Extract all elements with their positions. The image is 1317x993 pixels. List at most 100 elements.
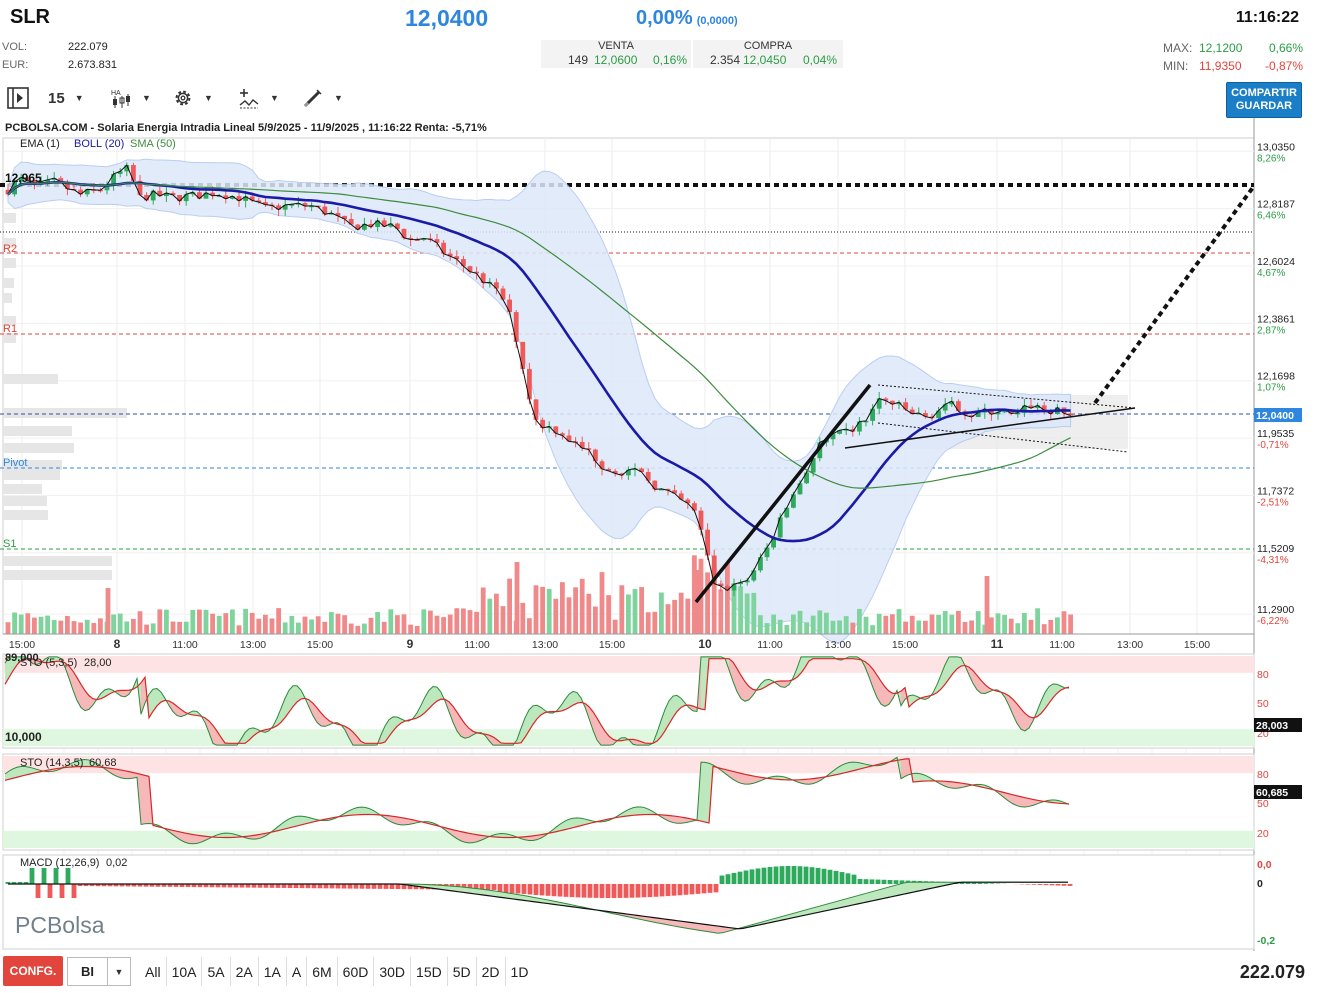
volume-bar — [639, 587, 644, 634]
total-volume: 222.079 — [1239, 962, 1305, 982]
volume-bar — [975, 611, 981, 634]
price-chart-svg[interactable]: 13,03508,26% 12,81876,46% 12,60244,67% 12,3… — [0, 118, 1317, 951]
range-button-30d[interactable]: 30D — [373, 957, 410, 986]
volume-bar — [236, 625, 242, 634]
macd-histogram-bar — [335, 884, 341, 889]
macd-histogram-bar — [395, 884, 401, 890]
drawing-tools-button[interactable]: ▼ — [302, 86, 343, 110]
indicators-button[interactable]: ▼ — [238, 86, 279, 110]
volume-bar — [560, 582, 565, 634]
sto2-fill — [121, 770, 125, 779]
sto2-fill — [1021, 796, 1025, 807]
sto2-fill — [361, 807, 365, 815]
macd-histogram-bar — [581, 884, 587, 898]
sto2-fill — [189, 833, 193, 844]
indicators-icon — [239, 89, 259, 109]
candle-down — [513, 312, 519, 342]
macd-fill — [898, 883, 903, 896]
min-label: MIN: — [1163, 59, 1189, 73]
chart-type-dropdown[interactable]: BI ▼ — [67, 957, 131, 986]
price-axis-label: 11,5209 — [1257, 543, 1294, 555]
volume-bar — [335, 613, 341, 634]
volume-bar — [1068, 614, 1073, 634]
range-button-a[interactable]: A — [285, 957, 306, 986]
macd-histogram-bar — [521, 884, 527, 895]
max-price: 12,1200 — [1199, 41, 1243, 55]
macd-histogram-bar — [695, 884, 701, 894]
price-axis-label: 11,7372 — [1257, 485, 1294, 497]
volume-bar — [428, 610, 433, 634]
sto2-fill — [185, 833, 189, 844]
time-axis-label: 15:00 — [1184, 639, 1210, 651]
high-marker-label: 12,965 — [5, 171, 42, 185]
range-button-5d[interactable]: 5D — [446, 957, 476, 986]
range-button-1d[interactable]: 1D — [504, 957, 534, 986]
range-button-6m[interactable]: 6M — [306, 957, 336, 986]
range-button-2a[interactable]: 2A — [229, 957, 258, 986]
volume-bar — [256, 618, 262, 634]
svg-text:HA: HA — [111, 90, 121, 97]
candle-up — [784, 507, 790, 518]
macd-histogram-bar — [59, 884, 65, 898]
volume-bar — [672, 599, 677, 634]
volume-bar — [1041, 624, 1047, 634]
time-axis-label: 11 — [991, 637, 1004, 651]
price-axis-change: -0,71% — [1257, 440, 1289, 451]
panel-toggle-button[interactable] — [6, 86, 30, 110]
ask-box: VENTA 149 12,0600 0,16% — [541, 40, 691, 68]
range-button-15d[interactable]: 15D — [410, 957, 447, 986]
settings-button[interactable]: ▼ — [172, 86, 213, 110]
volume-bar — [269, 618, 275, 634]
candle-up — [751, 570, 757, 581]
change-percent: 0,00% (0,0000) — [636, 7, 738, 30]
chart-type-select[interactable]: HA ▼ — [110, 86, 151, 110]
sto2-fill — [741, 773, 745, 785]
volume-bar — [434, 615, 440, 634]
share-save-label: COMPARTIR GUARDAR — [1231, 87, 1297, 112]
macd-histogram-bar — [575, 884, 581, 898]
macd-histogram-bar — [851, 874, 857, 884]
sto1-value: 28,00 — [84, 657, 112, 669]
volume-bar — [480, 587, 486, 634]
volume-bar — [315, 616, 321, 634]
range-button-1a[interactable]: 1A — [257, 957, 286, 986]
macd-histogram-bar — [1055, 884, 1061, 886]
sto2-fill — [701, 762, 705, 823]
bollinger-fill — [7, 158, 1072, 644]
macd-histogram-bar — [527, 884, 533, 895]
volume-bar — [1008, 618, 1014, 634]
share-save-button[interactable]: COMPARTIR GUARDAR — [1226, 82, 1302, 118]
price-axis-change: 1,07% — [1257, 383, 1285, 394]
candle-up — [777, 517, 783, 538]
sto2-fill — [1017, 795, 1021, 807]
volume-profile-bar — [2, 408, 127, 418]
range-button-10a[interactable]: 10A — [165, 957, 202, 986]
volume-bar — [784, 625, 790, 634]
macd-histogram-bar — [545, 884, 551, 896]
range-button-all[interactable]: All — [140, 957, 166, 986]
range-button-2d[interactable]: 2D — [475, 957, 505, 986]
volume-bar — [487, 598, 493, 634]
candle-down — [652, 480, 658, 490]
range-button-5a[interactable]: 5A — [201, 957, 229, 986]
volume-bar — [1035, 608, 1040, 634]
config-label: CONFG. — [9, 964, 57, 978]
level-r2-label: R2 — [3, 243, 17, 255]
ask-price: 12,0600 — [594, 53, 638, 67]
config-button[interactable]: CONFG. — [3, 956, 63, 986]
range-button-60d[interactable]: 60D — [336, 957, 374, 986]
macd-histogram-bar — [323, 884, 329, 889]
sto2-fill — [569, 818, 573, 829]
macd-histogram-bar — [779, 866, 785, 884]
volume-bar — [817, 610, 823, 634]
time-axis-label: 11:00 — [172, 639, 198, 651]
volume-value: 222.079 — [68, 41, 108, 53]
volume-bar — [467, 610, 473, 634]
volume-profile-bar — [2, 293, 12, 303]
candle-down — [500, 288, 506, 300]
sto2-fill — [633, 806, 637, 816]
chart-area[interactable]: 13,0350 8,26% 12,8187 6,46% 12,6024 4,67% 12,3… — [0, 118, 1317, 951]
interval-value: 15 — [48, 89, 65, 107]
min-pct: -0,87% — [1264, 59, 1303, 73]
interval-select[interactable]: 15 ▼ — [48, 86, 84, 110]
